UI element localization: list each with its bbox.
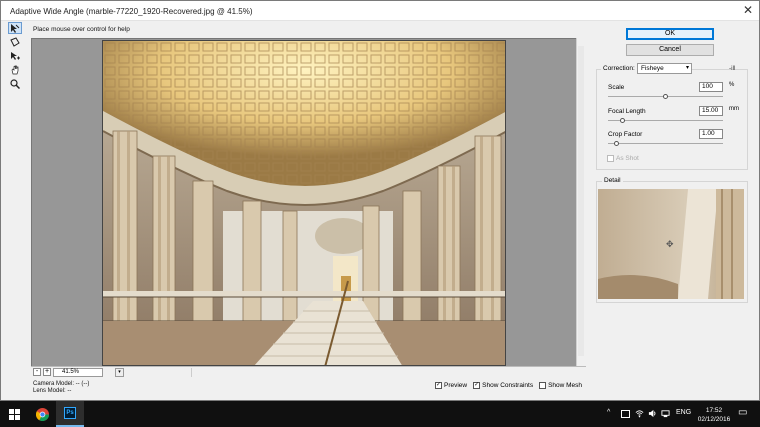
chevron-down-icon: ▾ bbox=[685, 65, 689, 71]
focal-length-slider-track[interactable] bbox=[608, 120, 723, 121]
window-title: Adaptive Wide Angle (marble-77220_1920-R… bbox=[10, 7, 253, 16]
tray-app-icon[interactable] bbox=[621, 410, 630, 418]
constraint-arrow-icon bbox=[11, 24, 20, 33]
scale-unit: % bbox=[729, 82, 735, 88]
crop-factor-label: Crop Factor bbox=[608, 131, 643, 138]
focal-length-slider-handle[interactable] bbox=[619, 118, 625, 123]
clock-time: 17:52 bbox=[705, 407, 723, 414]
correction-select[interactable]: Fisheye ▾ bbox=[637, 63, 692, 74]
windows-logo-icon bbox=[8, 408, 20, 420]
preview-check-icon[interactable]: ✓ bbox=[435, 382, 442, 389]
marble-hall-image bbox=[103, 41, 505, 365]
volume-icon[interactable] bbox=[648, 409, 657, 418]
move-tool-icon bbox=[11, 52, 20, 60]
clock-date: 02/12/2016 bbox=[697, 416, 731, 423]
view-options: ✓ Preview ✓ Show Constraints Show Mesh bbox=[435, 382, 582, 389]
cancel-button[interactable]: Cancel bbox=[626, 44, 714, 56]
taskbar-clock[interactable]: 17:52 02/12/2016 bbox=[697, 406, 731, 424]
detail-loupe: ✥ bbox=[598, 189, 744, 299]
correction-extra-label: -ill bbox=[729, 65, 736, 72]
windows-taskbar: Ps ^ ENG ▭ bbox=[0, 401, 760, 427]
zoom-dropdown-icon[interactable]: ▾ bbox=[115, 368, 124, 377]
horizontal-scrollbar[interactable] bbox=[191, 368, 586, 377]
show-constraints-checkbox[interactable]: ✓ Show Constraints bbox=[473, 382, 533, 389]
zoom-value-field[interactable]: 41.5% bbox=[53, 368, 103, 377]
mesh-check-icon[interactable] bbox=[539, 382, 547, 389]
taskbar-chrome[interactable] bbox=[28, 401, 56, 427]
crop-factor-input[interactable]: 1.00 bbox=[699, 129, 723, 139]
preview-checkbox[interactable]: ✓ Preview bbox=[435, 382, 467, 389]
focal-length-input[interactable]: 15.00 bbox=[699, 106, 723, 116]
show-mesh-label: Show Mesh bbox=[548, 382, 583, 389]
zoom-bar: - + 41.5% ▾ bbox=[31, 366, 586, 377]
vertical-scrollbar[interactable] bbox=[576, 38, 585, 366]
chrome-icon bbox=[35, 407, 49, 421]
photoshop-icon: Ps bbox=[64, 407, 76, 419]
correction-label: Correction: bbox=[601, 65, 637, 72]
ok-button[interactable]: OK bbox=[626, 28, 714, 40]
start-button[interactable] bbox=[0, 401, 28, 427]
move-tool[interactable] bbox=[8, 50, 22, 62]
polygon-constraint-tool[interactable] bbox=[8, 36, 22, 48]
constraints-check-icon[interactable]: ✓ bbox=[473, 382, 481, 389]
show-mesh-checkbox[interactable]: Show Mesh bbox=[539, 382, 582, 389]
preview-label: Preview bbox=[444, 382, 468, 389]
tray-overflow-icon[interactable]: ^ bbox=[607, 409, 610, 416]
zoom-icon bbox=[10, 79, 20, 89]
photo-preview[interactable] bbox=[102, 40, 506, 366]
hand-tool[interactable] bbox=[8, 64, 22, 76]
correction-value: Fisheye bbox=[641, 65, 664, 72]
as-shot-box[interactable] bbox=[607, 155, 614, 162]
scale-slider-handle[interactable] bbox=[662, 94, 668, 99]
zoom-in-button[interactable]: + bbox=[43, 368, 51, 376]
zoom-tool[interactable] bbox=[8, 78, 22, 90]
crop-factor-slider-track[interactable] bbox=[608, 143, 723, 144]
network-icon[interactable] bbox=[661, 409, 670, 418]
scale-input[interactable]: 100 bbox=[699, 82, 723, 92]
close-icon[interactable]: ✕ bbox=[743, 4, 753, 16]
taskbar-photoshop[interactable]: Ps bbox=[56, 401, 84, 427]
scale-label: Scale bbox=[608, 84, 625, 91]
titlebar: Adaptive Wide Angle (marble-77220_1920-R… bbox=[1, 1, 759, 21]
help-hint: Place mouse over control for help bbox=[33, 26, 130, 33]
wifi-icon[interactable] bbox=[635, 409, 644, 418]
focal-length-label: Focal Length bbox=[608, 108, 646, 115]
lens-model: Lens Model: -- bbox=[33, 388, 72, 394]
zoom-out-button[interactable]: - bbox=[33, 368, 41, 376]
hand-icon bbox=[11, 65, 19, 75]
detail-label: Detail bbox=[602, 177, 623, 184]
tool-palette bbox=[8, 22, 26, 92]
crosshair-icon: ✥ bbox=[666, 239, 674, 249]
as-shot-label: As Shot bbox=[616, 155, 639, 162]
focal-length-unit: mm bbox=[729, 106, 739, 112]
polygon-constraint-icon bbox=[10, 37, 20, 47]
vertical-scroll-thumb[interactable] bbox=[578, 46, 584, 356]
constraint-tool[interactable] bbox=[8, 22, 22, 34]
camera-model: Camera Model: -- (--) bbox=[33, 381, 90, 387]
as-shot-checkbox[interactable]: As Shot bbox=[607, 155, 639, 162]
notification-icon[interactable]: ▭ bbox=[738, 407, 747, 418]
input-language[interactable]: ENG bbox=[676, 409, 691, 416]
show-constraints-label: Show Constraints bbox=[482, 382, 534, 389]
camera-info: Camera Model: -- (--) Lens Model: -- bbox=[33, 381, 89, 395]
